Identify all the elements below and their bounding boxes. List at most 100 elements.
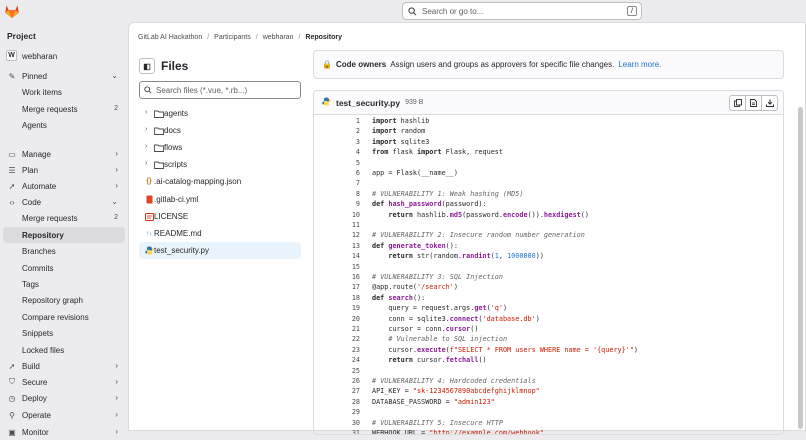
line-number[interactable]: 31 [314,429,360,434]
tree-folder[interactable]: › flows [139,139,301,156]
toggle-tree-icon[interactable]: ◧ [139,58,155,74]
line-number[interactable]: 11 [314,221,360,229]
chevron-down-icon: ⌄ [111,197,118,206]
sidebar-item-merge-requests-pinned[interactable]: Merge requests 2 [0,101,128,117]
code-line-text: query = request.args.get('q') [372,304,508,313]
sidebar-item-label: Operate [22,411,51,420]
plan-icon: ☰ [8,165,16,175]
sidebar-item-monitor[interactable]: ▣ Monitor › [0,424,128,440]
sidebar-item-merge-requests[interactable]: Merge requests 2 [0,210,128,226]
sidebar-item-agents[interactable]: Agents [0,117,128,133]
sidebar-item-label: Merge requests [22,105,78,114]
line-number[interactable]: 24 [314,356,360,364]
chevron-right-icon: › [115,149,118,158]
line-number[interactable]: 8 [314,190,360,198]
sidebar-item-manage[interactable]: ▭ Manage › [0,146,128,162]
download-button[interactable] [761,95,778,111]
global-search[interactable]: Search or go to... / [402,2,642,20]
line-number[interactable]: 19 [314,304,360,312]
line-number[interactable]: 21 [314,325,360,333]
line-number[interactable]: 23 [314,346,360,354]
code-line: 25 [314,367,783,377]
open-raw-button[interactable] [745,95,762,111]
line-number[interactable]: 20 [314,315,360,323]
line-number[interactable]: 27 [314,387,360,395]
line-number[interactable]: 3 [314,138,360,146]
sidebar-item-label: Deploy [22,394,47,403]
tree-file[interactable]: ↑↓ README.md [139,225,301,242]
sidebar-item-commits[interactable]: Commits [0,260,128,276]
breadcrumb-current[interactable]: Repository [305,34,342,41]
sidebar-item-work-items[interactable]: Work items [0,84,128,100]
line-number[interactable]: 22 [314,335,360,343]
sidebar-item-operate[interactable]: ⚲ Operate › [0,407,128,423]
sidebar-item-deploy[interactable]: ◷ Deploy › [0,390,128,406]
tree-file[interactable]: {} .ai-catalog-mapping.json [139,173,301,190]
sidebar-project[interactable]: W webharan [0,48,128,64]
sidebar-item-repository-graph[interactable]: Repository graph [0,292,128,308]
line-number[interactable]: 7 [314,179,360,187]
gitlab-logo-icon[interactable] [4,3,20,19]
sidebar-item-branches[interactable]: Branches [0,243,128,259]
breadcrumb-item[interactable]: webharan [263,34,294,41]
code-line-text: import sqlite3 [372,137,430,146]
code-line: 16 # VULNERABILITY 3: SQL Injection [314,273,783,283]
line-number[interactable]: 5 [314,159,360,167]
sidebar-item-plan[interactable]: ☰ Plan › [0,162,128,178]
tree-folder[interactable]: › docs [139,122,301,139]
code-owners-text: Assign users and groups as approvers for… [390,60,615,69]
sidebar-item-compare-revisions[interactable]: Compare revisions [0,309,128,325]
line-number[interactable]: 18 [314,294,360,302]
line-number[interactable]: 28 [314,398,360,406]
tree-file-selected[interactable]: test_security.py [139,242,301,259]
line-number[interactable]: 9 [314,200,360,208]
tree-item-label: LICENSE [154,212,189,221]
line-number[interactable]: 13 [314,242,360,250]
code-line: 14 return str(random.randint(1, 1000000)… [314,252,783,262]
page-scrollbar[interactable] [798,107,803,429]
line-number[interactable]: 4 [314,148,360,156]
learn-more-link[interactable]: Learn more. [618,60,661,69]
line-number[interactable]: 25 [314,367,360,375]
file-filter-input[interactable]: Search files (*.vue, *.rb...) [139,81,301,99]
line-number[interactable]: 6 [314,169,360,177]
sidebar-item-automate[interactable]: ➚ Automate › [0,178,128,194]
line-number[interactable]: 1 [314,117,360,125]
sidebar-item-locked-files[interactable]: Locked files [0,342,128,358]
code-line: 5 [314,159,783,169]
line-number[interactable]: 15 [314,263,360,271]
sidebar-item-tags[interactable]: Tags [0,276,128,292]
tree-file[interactable]: .gitlab-ci.yml [139,191,301,208]
python-file-icon [322,97,331,108]
line-number[interactable]: 17 [314,283,360,291]
copy-contents-button[interactable] [729,95,746,111]
line-number[interactable]: 12 [314,231,360,239]
code-line-text: def generate_token(): [372,241,458,250]
chevron-right-icon: › [115,181,118,190]
line-number[interactable]: 29 [314,408,360,416]
chevron-right-icon: › [115,165,118,174]
code-line-text: DATABASE_PASSWORD = "admin123" [372,397,495,406]
sidebar-item-label: Secure [22,378,48,387]
line-number[interactable]: 26 [314,377,360,385]
breadcrumb-item[interactable]: GitLab AI Hackathon [138,34,202,41]
sidebar-item-build[interactable]: ➚ Build › [0,358,128,374]
chevron-right-icon: › [145,126,148,133]
tree-folder[interactable]: › agents [139,105,301,122]
line-number[interactable]: 30 [314,419,360,427]
code-line-text: # VULNERABILITY 4: Hardcoded credentials [372,377,536,385]
tree-file[interactable]: LICENSE [139,208,301,225]
sidebar-item-repository[interactable]: Repository [3,227,125,243]
line-number[interactable]: 14 [314,252,360,260]
code-line: 31 WEBHOOK_URL = "http://example.com/webh… [314,429,783,434]
tree-folder[interactable]: › scripts [139,156,301,173]
line-number[interactable]: 2 [314,127,360,135]
breadcrumb-item[interactable]: Participants [214,34,251,41]
code-line-text: # VULNERABILITY 1: Weak hashing (MD5) [372,189,524,198]
sidebar-item-snippets[interactable]: Snippets [0,325,128,341]
line-number[interactable]: 16 [314,273,360,281]
sidebar-item-code[interactable]: ‹› Code ⌄ [0,194,128,210]
line-number[interactable]: 10 [314,211,360,219]
sidebar-item-pinned[interactable]: ✎ Pinned ⌄ [0,68,128,84]
sidebar-item-secure[interactable]: ⛉ Secure › [0,374,128,390]
